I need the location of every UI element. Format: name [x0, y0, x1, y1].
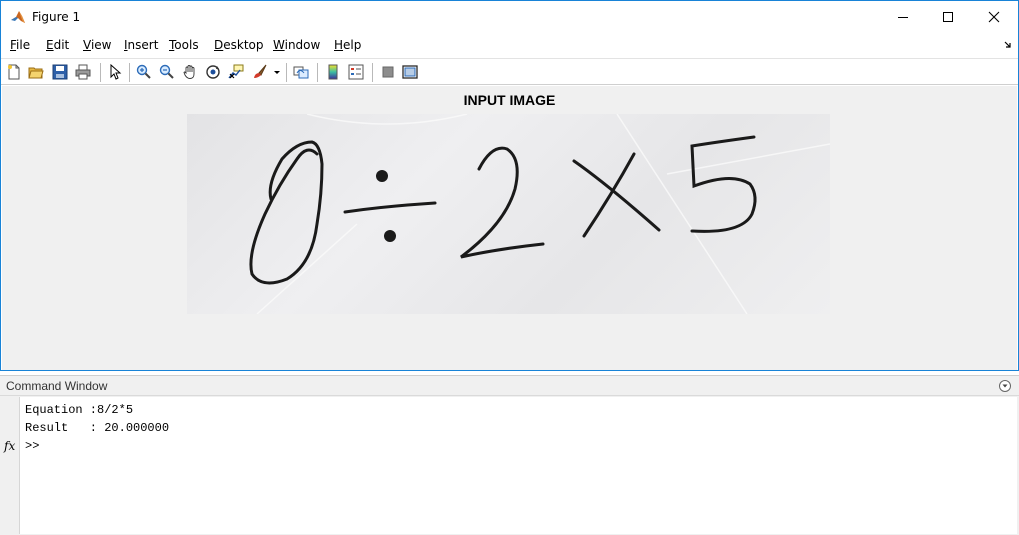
command-gutter: fx [0, 397, 19, 534]
panel-actions-icon[interactable] [998, 379, 1012, 393]
command-output[interactable]: Equation :8/2*5 Result : 20.000000 >> [19, 397, 1017, 534]
pointer-icon[interactable] [106, 63, 124, 81]
toolbar-separator [372, 63, 373, 82]
command-prompt[interactable]: >> [25, 439, 39, 453]
menu-desktop[interactable]: Desktop [214, 38, 264, 52]
close-button[interactable] [971, 1, 1017, 32]
save-icon[interactable] [51, 63, 69, 81]
brush-dropdown-icon[interactable] [271, 63, 283, 81]
open-file-icon[interactable] [27, 63, 45, 81]
window-title: Figure 1 [32, 10, 81, 24]
menu-view[interactable]: View [83, 38, 111, 52]
axes-title: INPUT IMAGE [463, 92, 556, 108]
output-line-result: Result : 20.000000 [25, 421, 170, 435]
toolbar-separator [129, 63, 130, 82]
matlab-logo-icon [10, 9, 26, 25]
data-cursor-icon[interactable] [227, 63, 245, 81]
handwritten-equation-icon [249, 113, 831, 315]
minimize-button[interactable] [880, 1, 926, 32]
brush-icon[interactable] [251, 63, 269, 81]
input-image [187, 113, 831, 315]
legend-icon[interactable] [347, 63, 365, 81]
figure-window: Figure 1 File Edit View Insert Tools Des… [0, 0, 1019, 371]
menu-help[interactable]: Help [334, 38, 361, 52]
hide-plot-tools-icon[interactable] [379, 63, 397, 81]
output-line-equation: Equation :8/2*5 [25, 403, 134, 417]
print-icon[interactable] [74, 63, 92, 81]
command-window-header[interactable]: Command Window [0, 376, 1019, 396]
new-figure-icon[interactable] [5, 63, 23, 81]
function-browser-icon[interactable]: fx [4, 439, 15, 453]
figure-toolbar [1, 58, 1018, 85]
show-plot-tools-icon[interactable] [401, 63, 419, 81]
menu-tools[interactable]: Tools [169, 38, 199, 52]
figure-canvas[interactable]: INPUT IMAGE [2, 86, 1017, 370]
dock-arrow-icon[interactable] [1003, 39, 1013, 49]
zoom-out-icon[interactable] [158, 63, 176, 81]
title-bar[interactable]: Figure 1 [1, 1, 1018, 33]
command-window-panel: Command Window fx Equation :8/2*5 Result… [0, 375, 1019, 535]
link-plot-icon[interactable] [292, 63, 310, 81]
toolbar-separator [100, 63, 101, 82]
toolbar-separator [286, 63, 287, 82]
menu-bar: File Edit View Insert Tools Desktop Wind… [1, 33, 1018, 57]
maximize-button[interactable] [925, 1, 971, 32]
pan-icon[interactable] [181, 63, 199, 81]
toolbar-separator [317, 63, 318, 82]
menu-insert[interactable]: Insert [124, 38, 158, 52]
menu-edit[interactable]: Edit [46, 38, 69, 52]
rotate-3d-icon[interactable] [204, 63, 222, 81]
command-window-title: Command Window [6, 379, 108, 393]
zoom-in-icon[interactable] [135, 63, 153, 81]
menu-window[interactable]: Window [273, 38, 320, 52]
menu-file[interactable]: File [10, 38, 30, 52]
colorbar-icon[interactable] [324, 63, 342, 81]
